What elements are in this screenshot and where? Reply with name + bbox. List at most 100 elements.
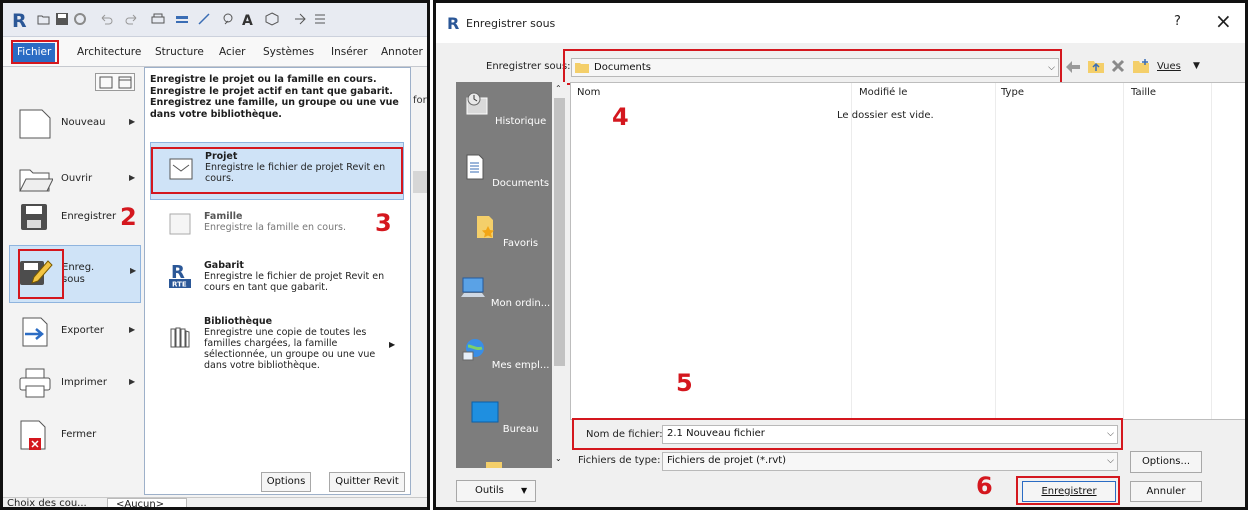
place-mon-ordinateur[interactable]: Mon ordin...	[456, 272, 552, 309]
menu-item-imprimer[interactable]: Imprimer ▶	[9, 357, 141, 412]
properties-bar: Choix des cou... <Aucun>	[3, 497, 427, 507]
place-historique[interactable]: Historique	[456, 90, 552, 127]
dialog-title: Enregistrer sous	[466, 17, 556, 30]
menu-label-enregistrer: Enregistrer	[61, 211, 117, 222]
close-button[interactable]: ×	[1215, 9, 1232, 33]
submenu-title-bibliotheque: Bibliothèque	[204, 316, 273, 327]
submenu-arrow-icon: ▶	[389, 340, 396, 349]
family-save-icon	[169, 213, 191, 235]
revit-logo-icon: R	[447, 14, 459, 32]
menu-item-exporter[interactable]: Exporter ▶	[9, 305, 141, 360]
filetype-label: Fichiers de type:	[578, 455, 661, 466]
template-rte-icon: RRTE	[169, 262, 191, 289]
sync-icon[interactable]	[73, 12, 87, 26]
submenu-title-gabarit: Gabarit	[204, 260, 244, 271]
export-icon	[22, 317, 48, 347]
column-divider	[995, 83, 996, 419]
place-favoris[interactable]: Favoris	[456, 212, 552, 249]
tab-systemes[interactable]: Systèmes	[259, 43, 318, 62]
place-label: Mon ordin...	[490, 298, 551, 309]
views-dropdown-icon[interactable]: ▼	[1193, 61, 1200, 71]
filetype-value: Fichiers de projet (*.rvt)	[667, 455, 787, 466]
scrollbar-thumb[interactable]	[554, 98, 565, 366]
options-button[interactable]: Options...	[1130, 451, 1202, 473]
highlight-fichier	[11, 40, 59, 64]
column-header-modifie[interactable]: Modifié le	[859, 87, 907, 98]
save-as-submenu-panel: Enregistre le projet ou la famille en co…	[144, 67, 411, 495]
tab-annoter[interactable]: Annoter	[377, 43, 427, 62]
help-button[interactable]: ?	[1174, 14, 1181, 29]
desktop-icon	[471, 401, 499, 423]
thin-lines-icon[interactable]	[313, 12, 327, 26]
save-as-dialog: R Enregistrer sous ? × Enregistrer sous:…	[433, 0, 1248, 510]
menu-label-exporter: Exporter	[61, 325, 104, 336]
empty-folder-message: Le dossier est vide.	[837, 110, 934, 121]
revit-file-menu-panel: R A Fichier Architecture Structure Acier…	[0, 0, 430, 510]
column-divider	[851, 83, 852, 419]
dialog-title-bar: R Enregistrer sous ? ×	[436, 3, 1245, 43]
tab-architecture[interactable]: Architecture	[73, 43, 145, 62]
scroll-up-icon[interactable]: ⌃	[555, 84, 562, 93]
place-label: Documents	[492, 178, 550, 189]
section-icon[interactable]	[293, 12, 307, 26]
dimension-icon[interactable]	[197, 12, 211, 26]
step-number-6: 6	[976, 472, 993, 500]
text-icon[interactable]: A	[241, 12, 255, 26]
filetype-select[interactable]: Fichiers de projet (*.rvt) ⌵	[662, 452, 1118, 471]
column-header-nom[interactable]: Nom	[577, 87, 600, 98]
revit-logo-icon[interactable]: R	[10, 10, 30, 30]
place-documents[interactable]: Documents	[456, 152, 552, 189]
highlight-projet	[151, 147, 403, 194]
views-menu[interactable]: Vues	[1157, 61, 1181, 72]
tools-dropdown-icon: ▼	[521, 486, 528, 495]
tools-button[interactable]: Outils ▼	[456, 480, 536, 502]
save-in-label: Enregistrer sous:	[486, 61, 571, 72]
save-icon[interactable]	[55, 12, 69, 26]
type-selector-value[interactable]: <Aucun>	[107, 498, 187, 507]
background-strip	[413, 171, 427, 193]
menu-item-nouveau[interactable]: Nouveau ▶	[9, 97, 141, 152]
submenu-item-gabarit[interactable]: R RTE Gabarit Enregistre le fichier de pr…	[150, 254, 404, 302]
place-bureau[interactable]: Bureau	[456, 398, 552, 435]
column-header-type[interactable]: Type	[1001, 87, 1024, 98]
column-header-taille[interactable]: Taille	[1131, 87, 1156, 98]
network-places-icon	[462, 339, 484, 361]
back-icon[interactable]	[1065, 60, 1081, 74]
open-docs-icon	[118, 76, 132, 89]
options-button[interactable]: Options	[261, 472, 311, 492]
tab-structure[interactable]: Structure	[151, 43, 208, 62]
tab-acier[interactable]: Acier	[215, 43, 249, 62]
step-number-3: 3	[375, 209, 392, 237]
cancel-button[interactable]: Annuler	[1130, 481, 1202, 502]
recent-documents-toggle[interactable]	[95, 73, 135, 91]
menu-label-fermer: Fermer	[61, 429, 97, 440]
place-mes-emplacements[interactable]: Mes empl...	[456, 334, 552, 371]
places-scrollbar[interactable]: ⌃ ⌄	[552, 82, 567, 468]
floppy-save-icon	[21, 204, 47, 230]
measure-icon[interactable]	[175, 12, 189, 26]
quit-revit-button[interactable]: Quitter Revit	[329, 472, 405, 492]
submenu-arrow-icon: ▶	[129, 173, 136, 182]
print-icon[interactable]	[151, 12, 165, 26]
submenu-item-famille[interactable]: Famille Enregistre la famille en cours.	[150, 205, 404, 247]
file-list[interactable]: Nom Modifié le Type Taille Le dossier es…	[570, 82, 1245, 420]
delete-icon[interactable]	[1111, 59, 1125, 73]
submenu-item-bibliotheque[interactable]: Bibliothèque Enregistre une copie de tou…	[150, 310, 404, 380]
3d-view-icon[interactable]	[265, 12, 279, 26]
scroll-down-icon[interactable]: ⌄	[555, 454, 562, 463]
place-label: Bureau	[502, 424, 539, 435]
submenu-arrow-icon: ▶	[130, 266, 137, 275]
undo-icon[interactable]	[99, 12, 113, 26]
tab-inserer[interactable]: Insérer	[327, 43, 372, 62]
redo-icon[interactable]	[125, 12, 139, 26]
highlight-save-button	[1016, 476, 1120, 505]
tag-icon[interactable]	[221, 12, 235, 26]
highlight-enregistrer-sous	[18, 249, 64, 299]
open-icon[interactable]	[37, 12, 51, 26]
menu-item-fermer[interactable]: Fermer	[9, 409, 141, 464]
up-folder-icon[interactable]	[1087, 58, 1105, 74]
menu-label-imprimer: Imprimer	[61, 377, 107, 388]
favorites-icon	[476, 216, 494, 238]
new-folder-icon[interactable]	[1132, 58, 1150, 74]
history-icon	[466, 92, 488, 115]
